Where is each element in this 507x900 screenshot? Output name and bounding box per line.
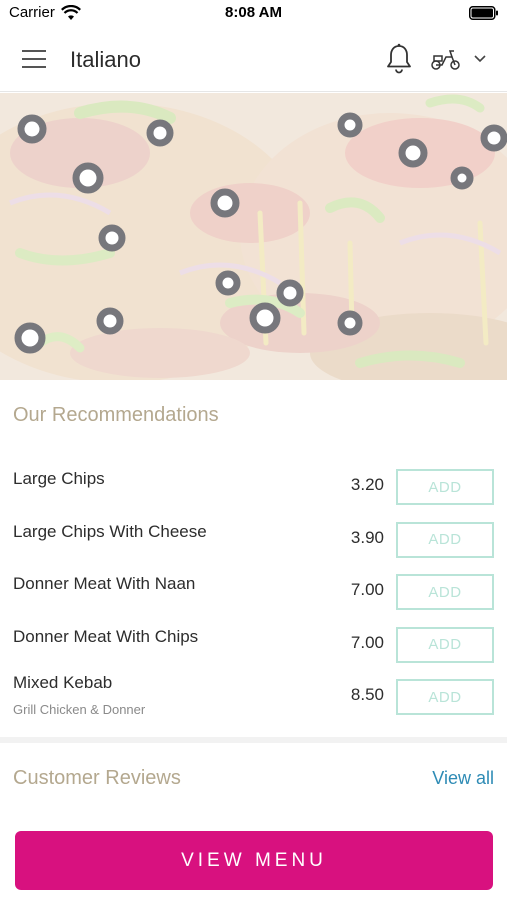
item-name: Donner Meat With Chips (13, 626, 199, 646)
add-button[interactable]: ADD (396, 521, 494, 558)
list-item: Large Chips With Cheese 3.90 ADD (0, 508, 507, 561)
status-bar: Carrier 8:08 AM (0, 0, 507, 28)
item-name: Donner Meat With Naan (13, 574, 196, 593)
item-subtitle: Grill Chicken & Donner (13, 702, 146, 717)
scooter-icon[interactable] (430, 47, 462, 71)
item-price: 8.50 (350, 685, 384, 704)
item-name: Large Chips With Cheese (13, 521, 207, 541)
app-header: Italiano (0, 28, 507, 92)
add-button[interactable]: ADD (396, 574, 494, 610)
add-button[interactable]: ADD (396, 679, 494, 715)
item-price: 3.90 (350, 527, 384, 547)
item-name: Mixed Kebab (13, 673, 113, 692)
list-item: Donner Meat With Naan 7.00 ADD (0, 560, 507, 613)
item-name: Large Chips (13, 469, 105, 488)
recommendations-title: Our Recommendations (13, 404, 219, 426)
add-button[interactable]: ADD (396, 626, 494, 663)
add-button[interactable]: ADD (396, 469, 494, 505)
list-item: Mixed Kebab Grill Chicken & Donner 8.50 … (0, 665, 507, 718)
pizza-illustration (0, 93, 507, 380)
chevron-down-icon[interactable] (472, 53, 488, 65)
page-title: Italiano (70, 47, 141, 72)
list-item: Large Chips 3.20 ADD (0, 455, 507, 508)
item-price: 7.00 (350, 632, 384, 652)
view-all-link[interactable]: View all (432, 768, 494, 789)
menu-icon[interactable] (22, 49, 48, 69)
view-menu-button[interactable]: VIEW MENU (15, 831, 493, 890)
bell-icon[interactable] (385, 43, 413, 75)
hero-pizza-image (0, 93, 507, 380)
battery-icon (469, 6, 498, 20)
section-divider (0, 737, 507, 743)
item-price: 3.20 (350, 475, 384, 494)
item-price: 7.00 (350, 580, 384, 599)
list-item: Donner Meat With Chips 7.00 ADD (0, 613, 507, 666)
status-time: 8:08 AM (225, 4, 282, 21)
recommendations-list: Large Chips 3.20 ADD Large Chips With Ch… (0, 455, 507, 718)
reviews-title: Customer Reviews (13, 767, 181, 789)
